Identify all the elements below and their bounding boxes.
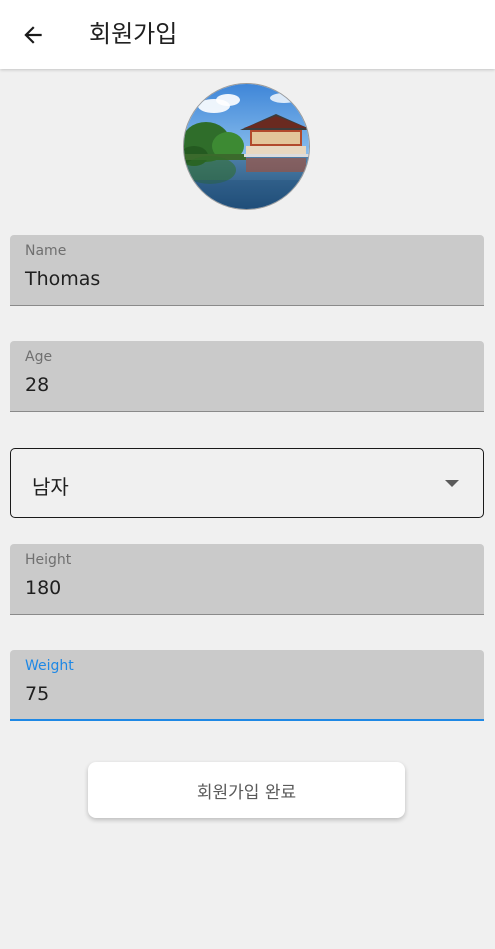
- name-input[interactable]: Thomas: [25, 268, 465, 290]
- height-field[interactable]: Height 180: [10, 544, 484, 615]
- app-bar: 회원가입: [0, 0, 495, 69]
- page-title: 회원가입: [89, 20, 178, 48]
- name-label: Name: [25, 243, 67, 259]
- weight-label: Weight: [25, 658, 74, 674]
- arrow-left-icon: [24, 26, 42, 44]
- name-field[interactable]: Name Thomas: [10, 235, 484, 306]
- signup-complete-button[interactable]: 회원가입 완료: [88, 762, 405, 818]
- caret-down-icon: [445, 480, 459, 487]
- gender-select[interactable]: 남자: [10, 448, 484, 518]
- age-input[interactable]: 28: [25, 374, 465, 396]
- avatar[interactable]: [183, 83, 310, 210]
- age-field[interactable]: Age 28: [10, 341, 484, 412]
- height-label: Height: [25, 552, 72, 568]
- weight-field[interactable]: Weight 75: [10, 650, 484, 721]
- gender-selected-value: 남자: [32, 475, 69, 499]
- back-button[interactable]: [14, 16, 52, 54]
- age-label: Age: [25, 349, 53, 365]
- profile-photo: [184, 84, 309, 209]
- height-input[interactable]: 180: [25, 577, 465, 599]
- weight-input[interactable]: 75: [25, 683, 465, 705]
